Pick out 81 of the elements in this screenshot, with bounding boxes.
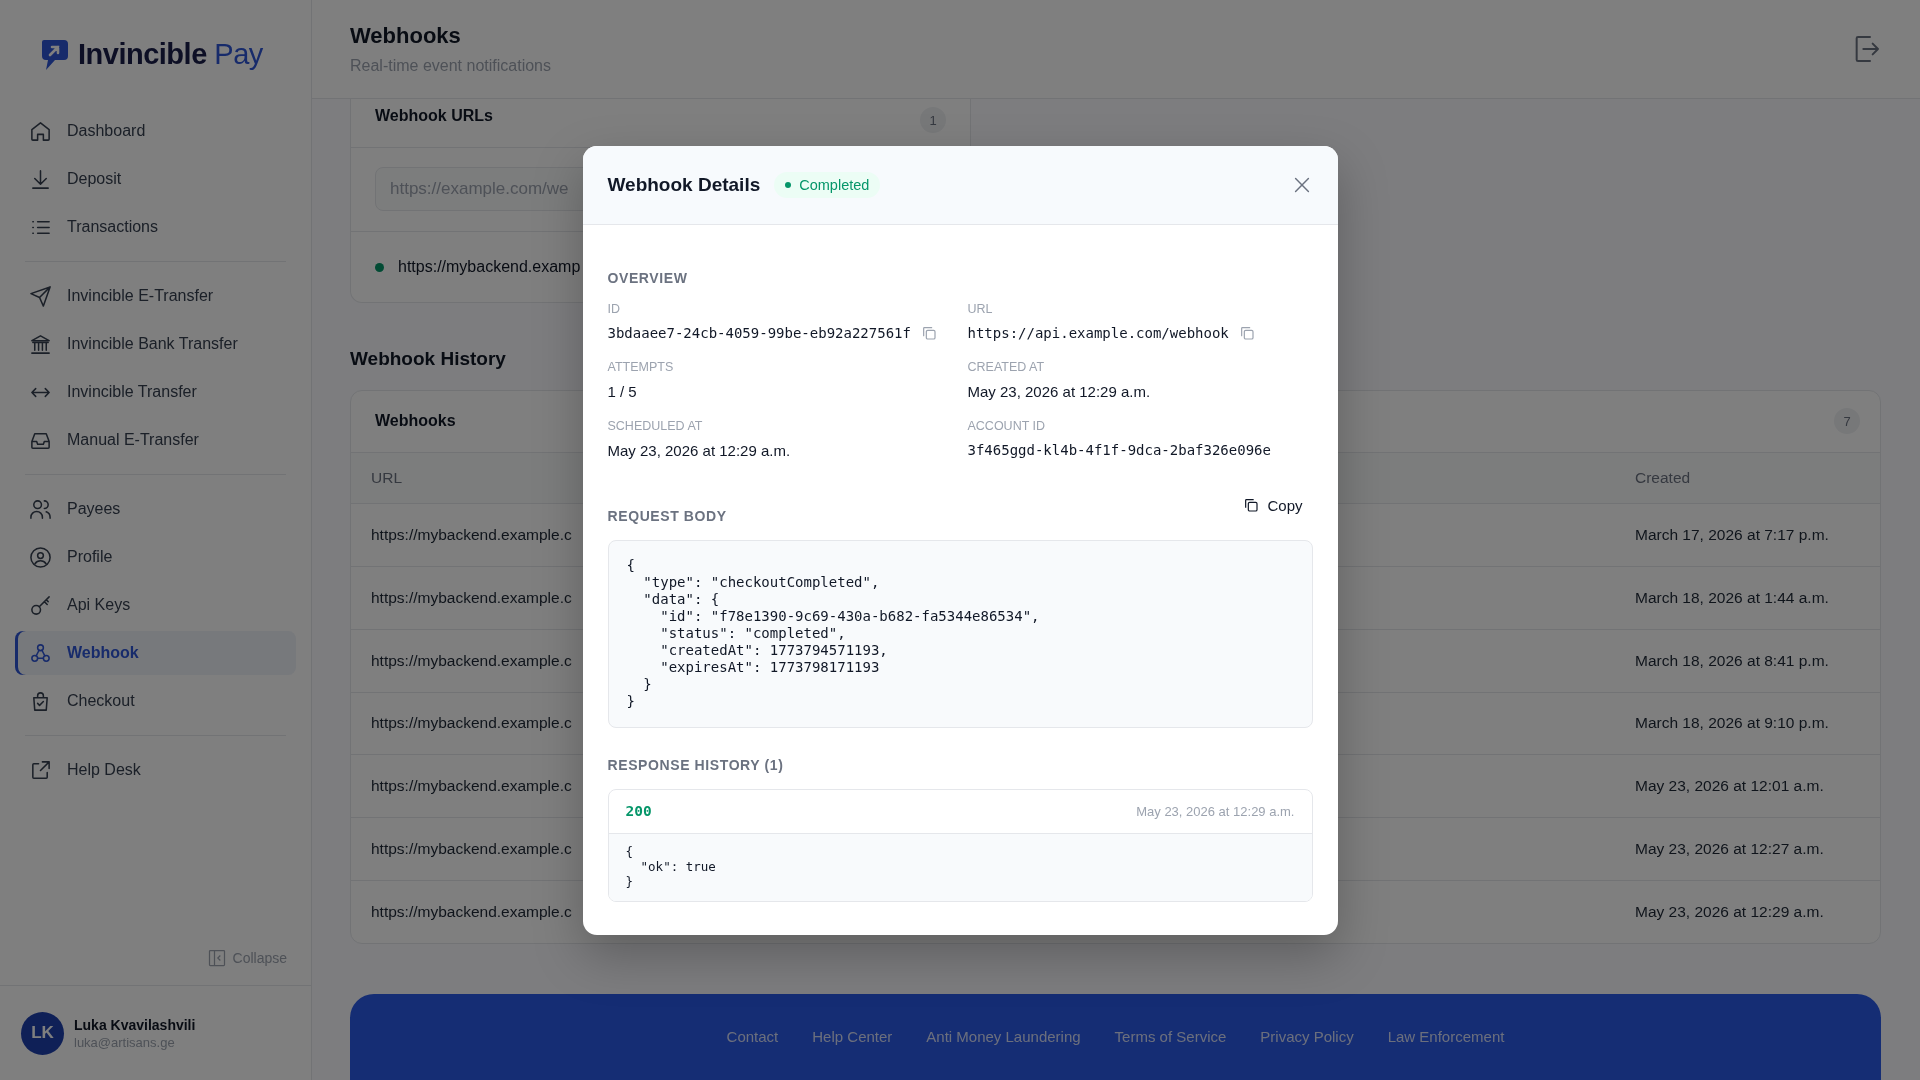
table-cell-text: March 18, 2026 at 1:44 a.m. bbox=[1634, 588, 1830, 607]
sidebar-item[interactable]: Help Desk bbox=[15, 748, 296, 792]
footer-link[interactable]: Help Center bbox=[812, 1028, 893, 1046]
status-badge: Completed bbox=[774, 171, 881, 198]
footer-link[interactable]: Terms of Service bbox=[1114, 1028, 1227, 1046]
footer-link[interactable]: Law Enforcement bbox=[1387, 1028, 1505, 1046]
sidebar-item[interactable]: Invincible Transfer bbox=[15, 370, 296, 414]
bank-icon bbox=[29, 332, 52, 356]
sidebar-item[interactable]: Transactions bbox=[15, 205, 296, 249]
footer-link[interactable]: Anti Money Laundering bbox=[926, 1028, 1081, 1046]
paper-plane-icon bbox=[29, 284, 52, 308]
field-value: 3bdaaee7-24cb-4059-99be-eb92a227561f bbox=[607, 324, 911, 341]
count-badge: 1 bbox=[920, 107, 946, 133]
table-cell-text: March 18, 2026 at 9:10 p.m. bbox=[1634, 714, 1830, 733]
user-name: Luka Kvavilashvili bbox=[74, 1016, 196, 1033]
webhook-url: https://mybackend.examp bbox=[398, 258, 581, 276]
footer-link[interactable]: Privacy Policy bbox=[1260, 1028, 1354, 1046]
table-cell-text: May 23, 2026 at 12:29 a.m. bbox=[1634, 903, 1825, 922]
webhook-icon bbox=[29, 641, 52, 665]
sidebar-item[interactable]: Deposit bbox=[15, 157, 296, 201]
page-title: Webhooks bbox=[350, 23, 462, 49]
status-code: 200 bbox=[625, 803, 652, 819]
code-block: { "type": "checkoutCompleted", "data": { "id": "f78e1390-9c69-430a-b682-fa5344e86534", "status": "completed", "createdAt": 1773794571193, "expiresAt": 1773798171193 } } bbox=[607, 539, 1313, 728]
users-icon bbox=[29, 497, 52, 521]
field-label: ID bbox=[607, 301, 621, 316]
table-cell-text: https://mybackend.example.c bbox=[370, 714, 573, 733]
field-value: https://api.example.com/webhook bbox=[967, 324, 1229, 341]
house-icon bbox=[29, 119, 52, 143]
table-cell-text: May 23, 2026 at 12:01 a.m. bbox=[1634, 777, 1825, 796]
count-badge: 7 bbox=[1834, 408, 1860, 435]
field-value: May 23, 2026 at 12:29 a.m. bbox=[607, 441, 791, 459]
column-header: Created bbox=[1634, 468, 1692, 487]
section-title: OVERVIEW bbox=[607, 269, 689, 286]
section-title: REQUEST BODY bbox=[607, 507, 727, 524]
card-title: Webhooks bbox=[375, 412, 456, 431]
modal-title: Webhook Details bbox=[607, 173, 761, 196]
code-block: { "ok": true } bbox=[608, 833, 1312, 901]
download-icon bbox=[29, 167, 52, 191]
copy-icon[interactable] bbox=[920, 324, 937, 341]
copy-icon[interactable] bbox=[1238, 324, 1255, 341]
logo-icon bbox=[40, 37, 70, 72]
field-label: SCHEDULED AT bbox=[607, 418, 704, 433]
column-header: URL bbox=[370, 468, 403, 487]
field-value: 3f465ggd-kl4b-4f1f-9dca-2baf326e096e bbox=[967, 441, 1271, 458]
sidebar-item[interactable]: Profile bbox=[15, 535, 296, 579]
collapse-icon bbox=[206, 948, 227, 968]
logo-text: Invincible Pay bbox=[78, 38, 263, 71]
field-label: ACCOUNT ID bbox=[967, 418, 1047, 433]
field-label: URL bbox=[967, 301, 994, 316]
avatar: LK bbox=[21, 1011, 64, 1055]
table-cell-text: May 23, 2026 at 12:27 a.m. bbox=[1634, 840, 1825, 859]
user-circle-icon bbox=[29, 545, 52, 569]
field-value: 1 / 5 bbox=[607, 382, 637, 400]
section-title: RESPONSE HISTORY (1) bbox=[607, 756, 785, 773]
copy-icon bbox=[1243, 497, 1260, 513]
table-cell-text: March 17, 2026 at 7:17 p.m. bbox=[1634, 525, 1830, 544]
footer-link[interactable]: Contact bbox=[726, 1028, 779, 1046]
field-label: ATTEMPTS bbox=[607, 359, 675, 374]
sidebar-item[interactable]: Invincible E-Transfer bbox=[15, 274, 296, 318]
key-icon bbox=[29, 593, 52, 617]
external-link-icon bbox=[29, 758, 52, 782]
table-cell-text: https://mybackend.example.c bbox=[370, 903, 573, 922]
sidebar-item[interactable]: Manual E-Transfer bbox=[15, 418, 296, 462]
sidebar-item[interactable]: Dashboard bbox=[15, 109, 296, 153]
table-cell-text: https://mybackend.example.c bbox=[370, 525, 573, 544]
table-cell-text: https://mybackend.example.c bbox=[370, 840, 573, 859]
table-cell-text: https://mybackend.example.c bbox=[370, 651, 573, 670]
section-title: Webhook History bbox=[350, 348, 506, 371]
copy-button[interactable]: Copy bbox=[1243, 496, 1313, 524]
field-value: May 23, 2026 at 12:29 a.m. bbox=[967, 382, 1151, 400]
response-time: May 23, 2026 at 12:29 a.m. bbox=[1136, 803, 1295, 819]
table-cell-text: https://mybackend.example.c bbox=[370, 777, 573, 796]
sidebar-item[interactable]: Payees bbox=[15, 487, 296, 531]
sidebar-item[interactable]: Api Keys bbox=[15, 583, 296, 627]
sidebar-item[interactable]: Checkout bbox=[15, 679, 296, 723]
sidebar-item[interactable]: Webhook bbox=[15, 631, 296, 675]
table-cell-text: https://mybackend.example.c bbox=[370, 588, 573, 607]
field-label: CREATED AT bbox=[967, 359, 1046, 374]
card-title: Webhook URLs bbox=[375, 107, 493, 125]
table-cell-text: March 18, 2026 at 8:41 p.m. bbox=[1634, 651, 1830, 670]
sidebar-item[interactable]: Invincible Bank Transfer bbox=[15, 322, 296, 366]
